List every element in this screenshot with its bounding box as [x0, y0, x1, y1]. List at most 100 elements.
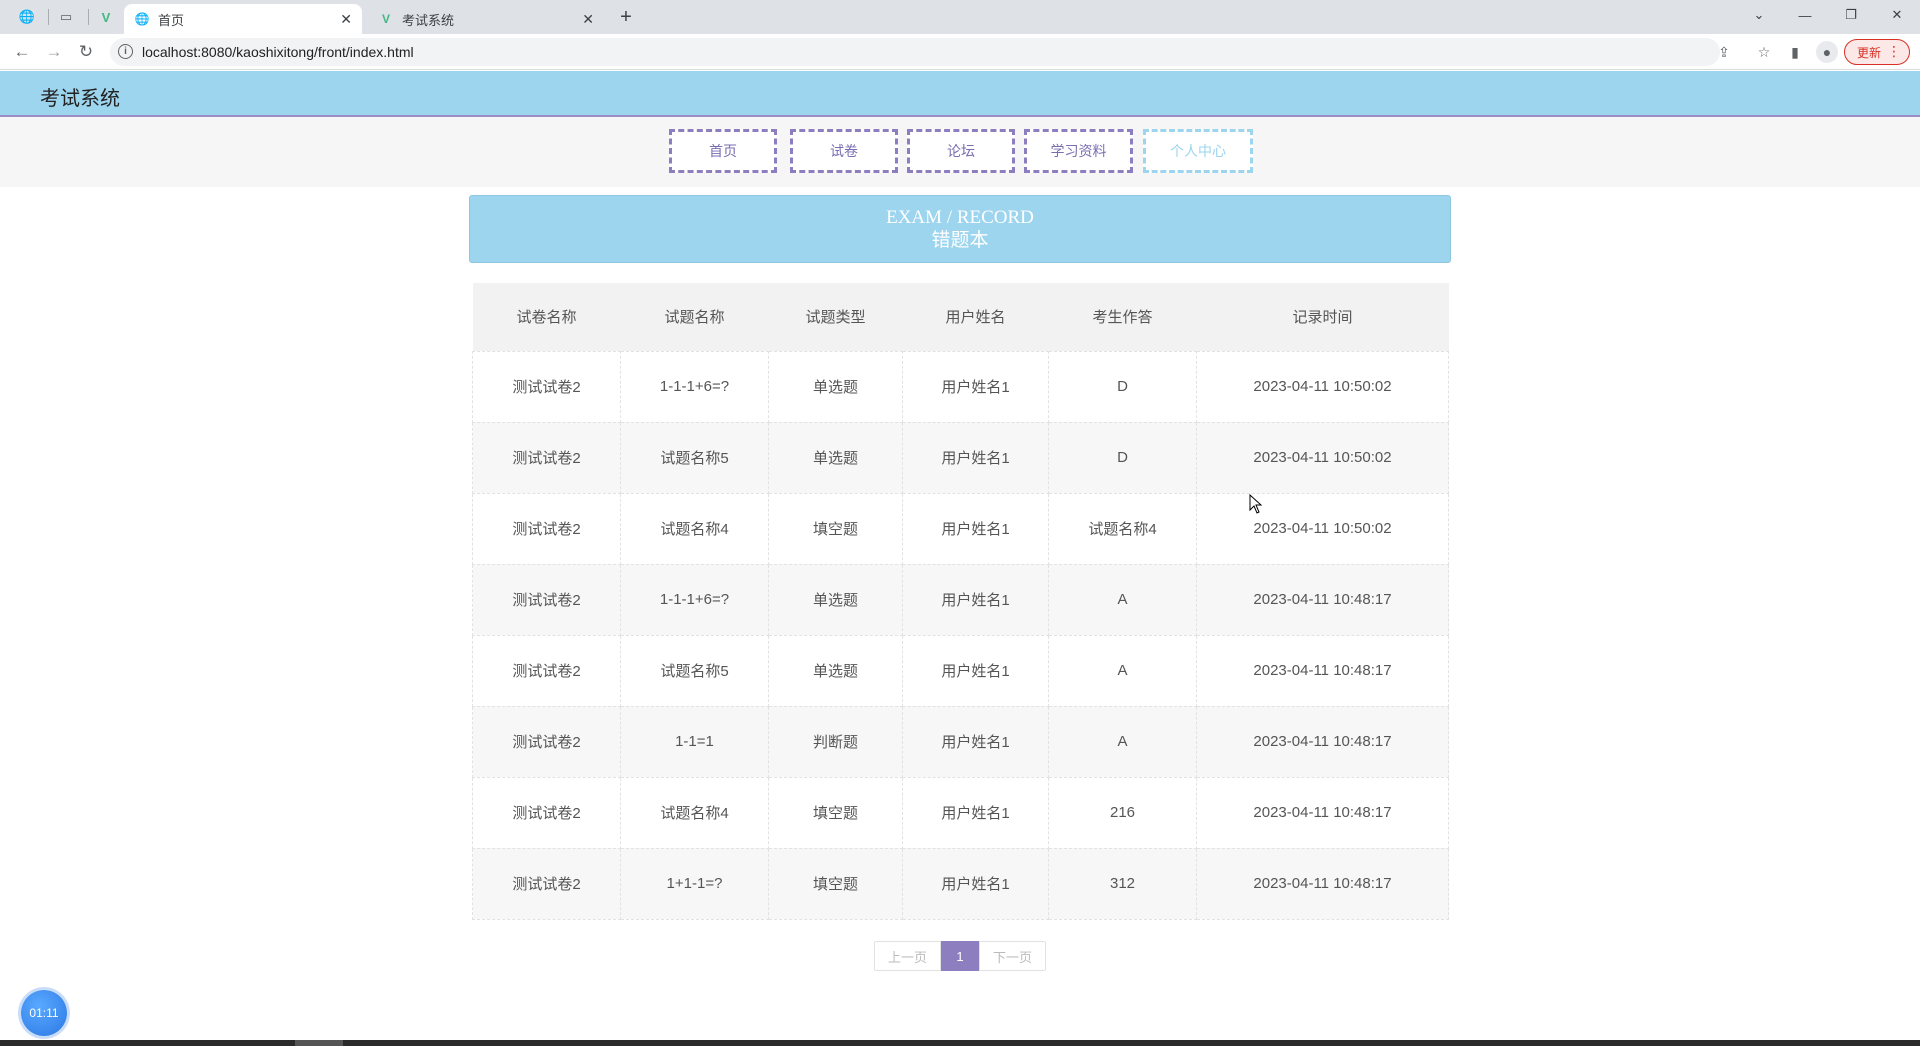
update-label: 更新: [1857, 45, 1882, 60]
table-cell: 填空题: [768, 847, 903, 920]
back-icon[interactable]: ←: [10, 40, 34, 64]
table-cell: 2023-04-11 10:48:17: [1196, 705, 1449, 778]
reload-icon[interactable]: ↻: [74, 40, 98, 64]
table-cell: 测试试卷2: [472, 563, 621, 636]
vue-logo-icon[interactable]: V: [96, 7, 116, 27]
page-number-button[interactable]: 1: [941, 941, 979, 971]
side-panel-icon[interactable]: ▮: [1784, 41, 1806, 63]
table-row[interactable]: 测试试卷2 1+1-1=? 填空题 用户姓名1 312 2023-04-11 1…: [472, 847, 1449, 920]
nav-personal-center[interactable]: 个人中心: [1143, 129, 1253, 173]
table-cell: 单选题: [768, 563, 903, 636]
table-row[interactable]: 测试试卷2 试题名称5 单选题 用户姓名1 D 2023-04-11 10:50…: [472, 421, 1449, 494]
scroll-thumb[interactable]: [295, 1040, 343, 1046]
table-cell: 单选题: [768, 350, 903, 423]
table-cell: 2023-04-11 10:48:17: [1196, 776, 1449, 849]
table-cell: 测试试卷2: [472, 421, 621, 494]
tab-exam-system[interactable]: V 考试系统 ✕: [368, 4, 604, 34]
tab-title: 考试系统: [402, 12, 455, 28]
browser-tab-bar: 🌐 ▭ V 🌐 首页 ✕ V 考试系统 ✕ + ⌄ — ❐ ✕: [0, 0, 1920, 34]
minimize-icon[interactable]: —: [1782, 0, 1828, 30]
table-cell: 试题名称4: [1048, 492, 1197, 565]
table-cell: 1-1=1: [620, 705, 769, 778]
table-row[interactable]: 测试试卷2 1-1=1 判断题 用户姓名1 A 2023-04-11 10:48…: [472, 705, 1449, 778]
close-icon[interactable]: ✕: [582, 11, 594, 28]
table-cell: 单选题: [768, 634, 903, 707]
table-cell: 2023-04-11 10:50:02: [1196, 421, 1449, 494]
prev-page-button[interactable]: 上一页: [874, 941, 941, 971]
section-title-box: EXAM / RECORD 错题本: [469, 195, 1451, 263]
table-cell: 1-1-1+6=?: [620, 350, 769, 423]
table-cell: 用户姓名1: [902, 421, 1049, 494]
tab-search-icon[interactable]: ⌄: [1736, 0, 1782, 30]
table-row[interactable]: 测试试卷2 试题名称4 填空题 用户姓名1 试题名称4 2023-04-11 1…: [472, 492, 1449, 565]
table-cell: 2023-04-11 10:50:02: [1196, 350, 1449, 423]
table-cell: 312: [1048, 847, 1197, 920]
column-header: 考生作答: [1048, 283, 1197, 351]
table-cell: 填空题: [768, 776, 903, 849]
table-cell: 用户姓名1: [902, 350, 1049, 423]
nav-home[interactable]: 首页: [669, 129, 777, 173]
table-cell: 试题名称4: [620, 776, 769, 849]
nav-exam-papers[interactable]: 试卷: [790, 129, 898, 173]
url-text[interactable]: localhost:8080/kaoshixitong/front/index.…: [142, 44, 414, 60]
table-row[interactable]: 测试试卷2 1-1-1+6=? 单选题 用户姓名1 D 2023-04-11 1…: [472, 350, 1449, 423]
column-header: 试题名称: [620, 283, 769, 351]
site-info-icon[interactable]: i: [118, 44, 133, 59]
table-cell: 判断题: [768, 705, 903, 778]
update-button[interactable]: 更新 ⋮: [1844, 39, 1910, 65]
table-cell: 试题名称4: [620, 492, 769, 565]
new-tab-button[interactable]: +: [614, 5, 638, 29]
nav-forum[interactable]: 论坛: [907, 129, 1015, 173]
restore-icon[interactable]: ❐: [1828, 0, 1874, 30]
forward-icon[interactable]: →: [42, 40, 66, 64]
window-close-icon[interactable]: ✕: [1874, 0, 1920, 30]
tab-separator: [48, 9, 49, 25]
tab-separator: [88, 9, 89, 25]
section-title-en: EXAM / RECORD: [886, 207, 1034, 228]
table-cell: 1-1-1+6=?: [620, 563, 769, 636]
table-cell: 试题名称5: [620, 421, 769, 494]
next-page-button[interactable]: 下一页: [979, 941, 1046, 971]
pagination: 上一页 1 下一页: [874, 941, 1046, 971]
table-cell: 测试试卷2: [472, 705, 621, 778]
table-cell: D: [1048, 350, 1197, 423]
table-cell: 2023-04-11 10:48:17: [1196, 563, 1449, 636]
table-row[interactable]: 测试试卷2 试题名称5 单选题 用户姓名1 A 2023-04-11 10:48…: [472, 634, 1449, 707]
table-cell: 用户姓名1: [902, 847, 1049, 920]
column-header: 试题类型: [768, 283, 903, 351]
exam-timer-badge[interactable]: 01:11: [21, 990, 67, 1036]
taskbar-strip: [0, 1040, 1920, 1046]
table-cell: 测试试卷2: [472, 634, 621, 707]
bookmark-star-icon[interactable]: ☆: [1754, 42, 1774, 62]
share-icon[interactable]: ⇪: [1714, 42, 1734, 62]
table-row[interactable]: 测试试卷2 1-1-1+6=? 单选题 用户姓名1 A 2023-04-11 1…: [472, 563, 1449, 636]
section-title-zh: 错题本: [931, 230, 989, 251]
table-cell: 用户姓名1: [902, 705, 1049, 778]
table-cell: 用户姓名1: [902, 492, 1049, 565]
site-header: 考试系统: [0, 71, 1920, 117]
table-cell: 用户姓名1: [902, 563, 1049, 636]
table-cell: 测试试卷2: [472, 492, 621, 565]
nav-study-materials[interactable]: 学习资料: [1024, 129, 1133, 173]
table-cell: 填空题: [768, 492, 903, 565]
address-bar[interactable]: i localhost:8080/kaoshixitong/front/inde…: [110, 38, 1770, 66]
table-cell: 用户姓名1: [902, 776, 1049, 849]
blank-page-icon[interactable]: ▭: [56, 7, 76, 27]
globe-icon: 🌐: [134, 12, 150, 26]
profile-icon[interactable]: ●: [1816, 41, 1838, 63]
table-cell: A: [1048, 563, 1197, 636]
column-header: 试卷名称: [472, 283, 621, 351]
more-menu-icon: ⋮: [1887, 43, 1901, 59]
table-row[interactable]: 测试试卷2 试题名称4 填空题 用户姓名1 216 2023-04-11 10:…: [472, 776, 1449, 849]
browser-toolbar: ← → ↻ i localhost:8080/kaoshixitong/fron…: [0, 34, 1920, 70]
close-icon[interactable]: ✕: [340, 11, 352, 28]
error-record-table: 试卷名称 试题名称 试题类型 用户姓名 考生作答 记录时间 测试试卷2 1-1-…: [472, 283, 1449, 920]
globe-icon[interactable]: 🌐: [17, 7, 37, 27]
main-nav: 首页 试卷 论坛 学习资料 个人中心: [0, 117, 1920, 187]
table-cell: 1+1-1=?: [620, 847, 769, 920]
table-cell: 2023-04-11 10:50:02: [1196, 492, 1449, 565]
table-cell: 2023-04-11 10:48:17: [1196, 847, 1449, 920]
tab-home[interactable]: 🌐 首页 ✕: [124, 4, 362, 34]
column-header: 用户姓名: [902, 283, 1049, 351]
table-cell: 2023-04-11 10:48:17: [1196, 634, 1449, 707]
